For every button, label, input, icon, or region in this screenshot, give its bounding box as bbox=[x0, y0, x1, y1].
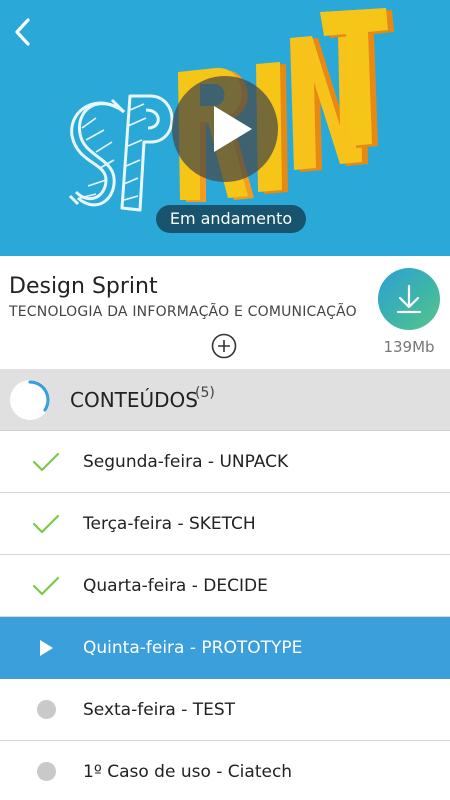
status-badge: Em andamento bbox=[156, 205, 306, 233]
back-button[interactable] bbox=[6, 12, 42, 52]
course-info: Design Sprint TECNOLOGIA DA INFORMAÇÃO E… bbox=[0, 256, 450, 369]
download-icon bbox=[396, 284, 422, 314]
list-item-current[interactable]: Quinta-feira - PROTOTYPE bbox=[0, 617, 450, 679]
course-title: Design Sprint bbox=[9, 274, 158, 299]
play-triangle-icon bbox=[32, 636, 60, 660]
dot-icon bbox=[37, 700, 56, 719]
list-item-label: Sexta-feira - TEST bbox=[83, 700, 236, 720]
download-size: 139Mb bbox=[383, 338, 435, 356]
list-item[interactable]: 1º Caso de uso - Ciatech bbox=[0, 741, 450, 800]
list-item-label: Quarta-feira - DECIDE bbox=[83, 576, 268, 596]
play-video-button[interactable] bbox=[172, 76, 278, 182]
section-count: (5) bbox=[195, 385, 215, 401]
contents-list: Segunda-feira - UNPACK Terça-feira - SKE… bbox=[0, 431, 450, 800]
plus-circle-icon bbox=[211, 333, 237, 359]
list-item[interactable]: Segunda-feira - UNPACK bbox=[0, 431, 450, 493]
add-button[interactable] bbox=[211, 333, 237, 359]
list-item-label: 1º Caso de uso - Ciatech bbox=[83, 762, 293, 782]
section-title: CONTEÚDOS bbox=[70, 388, 198, 412]
check-icon bbox=[32, 512, 60, 536]
list-item[interactable]: Sexta-feira - TEST bbox=[0, 679, 450, 741]
check-icon bbox=[32, 450, 60, 474]
course-hero: Em andamento bbox=[0, 0, 450, 256]
chevron-left-icon bbox=[15, 18, 30, 46]
play-icon bbox=[214, 106, 252, 152]
contents-header[interactable]: CONTEÚDOS (5) bbox=[0, 369, 450, 431]
list-item-label: Segunda-feira - UNPACK bbox=[83, 452, 289, 472]
list-item-label: Quinta-feira - PROTOTYPE bbox=[83, 638, 303, 658]
course-category: TECNOLOGIA DA INFORMAÇÃO E COMUNICAÇÃO bbox=[9, 304, 357, 320]
progress-ring-icon bbox=[10, 380, 50, 420]
list-item-label: Terça-feira - SKETCH bbox=[83, 514, 256, 534]
dot-icon bbox=[37, 762, 56, 781]
check-icon bbox=[32, 574, 60, 598]
list-item[interactable]: Terça-feira - SKETCH bbox=[0, 493, 450, 555]
download-button[interactable] bbox=[378, 268, 440, 330]
list-item[interactable]: Quarta-feira - DECIDE bbox=[0, 555, 450, 617]
